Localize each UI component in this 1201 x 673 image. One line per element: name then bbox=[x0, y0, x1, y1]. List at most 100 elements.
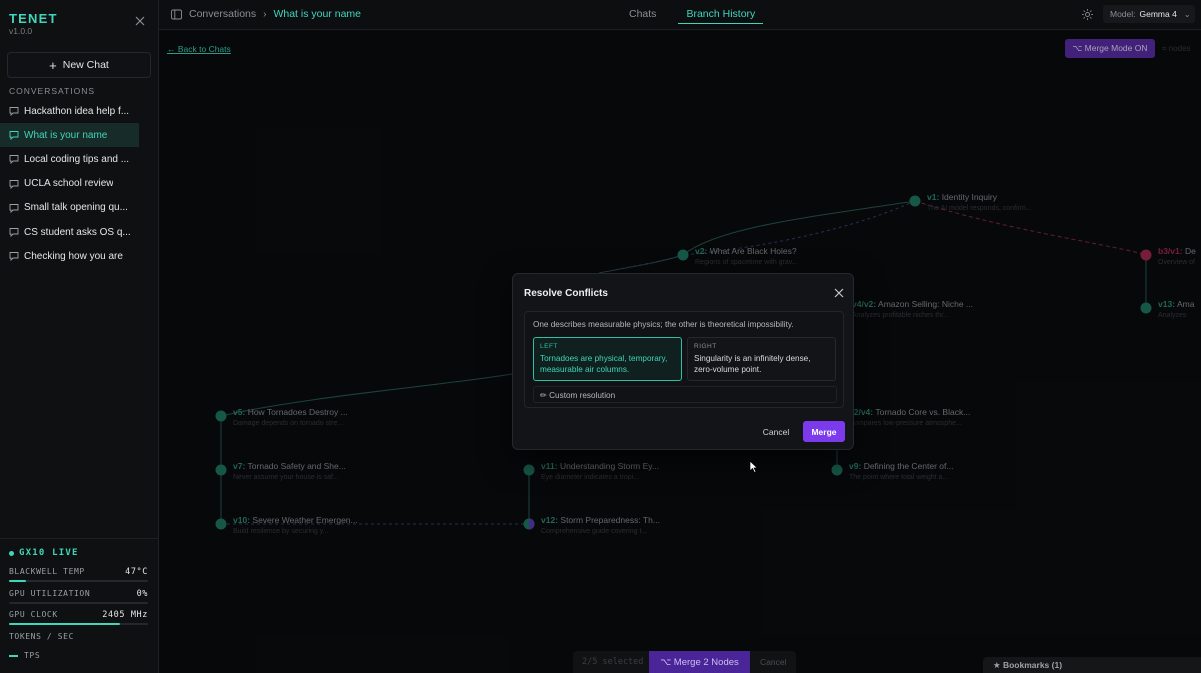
chat-bubble-icon bbox=[9, 228, 19, 238]
conversation-label: CS student asks OS q... bbox=[24, 226, 131, 238]
cancel-button[interactable]: Cancel bbox=[755, 423, 797, 441]
node-v9 bbox=[831, 464, 843, 476]
left-text: Tornadoes are physical, temporary, measu… bbox=[540, 354, 668, 374]
node-title: Tornado Core vs. Black... bbox=[875, 407, 971, 417]
conversation-item[interactable]: Local coding tips and ... bbox=[0, 147, 139, 171]
node-v12-merge-half bbox=[529, 518, 535, 530]
custom-resolution-option[interactable]: ✏ Custom resolution bbox=[533, 386, 837, 403]
gpu-util-value: 0% bbox=[136, 589, 148, 599]
node-subtitle: Eye diameter indicates a tropi... bbox=[541, 474, 640, 481]
gpu-clock-bar bbox=[9, 623, 148, 625]
node-v10 bbox=[215, 518, 227, 530]
node-v7 bbox=[215, 464, 227, 476]
theme-sun-icon[interactable] bbox=[1082, 9, 1093, 20]
node-title: Amazon Selling: Niche ... bbox=[878, 299, 973, 309]
breadcrumb: Conversations › What is your name bbox=[171, 8, 361, 20]
node-label[interactable]: v12: Storm Preparedness: Th... bbox=[541, 515, 660, 525]
temp-label: BLACKWELL TEMP bbox=[9, 567, 85, 576]
conversation-label: Hackathon idea help f... bbox=[24, 105, 130, 117]
conversation-label: What is your name bbox=[24, 129, 108, 141]
temp-bar-fill bbox=[9, 580, 26, 582]
conversation-item-active[interactable]: What is your name bbox=[0, 123, 139, 148]
new-chat-button[interactable]: + New Chat bbox=[7, 52, 151, 78]
conversation-item[interactable]: UCLA school review bbox=[0, 172, 139, 196]
close-sidebar-icon[interactable] bbox=[134, 15, 146, 27]
node-title: De bbox=[1184, 246, 1196, 256]
node-label[interactable]: v7: Tornado Safety and She... bbox=[233, 461, 346, 471]
gpu-clock-bar-fill bbox=[9, 623, 121, 625]
node-id: v4/v2 bbox=[852, 299, 874, 309]
merge-cancel-button[interactable]: Cancel bbox=[750, 657, 786, 667]
right-choice-option[interactable]: RIGHT Singularity is an infinitely dense… bbox=[687, 337, 836, 381]
node-title: Severe Weather Emergen... bbox=[252, 515, 358, 525]
gpu-util-bar bbox=[9, 602, 148, 604]
node-subtitle: Comprehensive guide covering t... bbox=[541, 528, 648, 535]
node-id: v11 bbox=[541, 461, 555, 471]
node-label[interactable]: v9: Defining the Center of... bbox=[849, 461, 953, 471]
node-title: Identity Inquiry bbox=[941, 192, 997, 202]
gpu-util-stat: GPU UTILIZATION 0% bbox=[9, 589, 148, 599]
merge-action-bar: 2/5 selected ⌥ Merge 2 Nodes Cancel bbox=[573, 651, 796, 673]
node-subtitle: Build resilience by securing y... bbox=[233, 528, 329, 535]
node-label[interactable]: v4/v2: Amazon Selling: Niche ... bbox=[852, 299, 973, 309]
node-subtitle: The AI model responds, confirm... bbox=[927, 205, 1032, 212]
node-v5 bbox=[215, 410, 227, 422]
live-dot-icon bbox=[9, 550, 14, 556]
gpu-clock-value: 2405 MHz bbox=[102, 610, 148, 620]
node-label[interactable]: v5: How Tornadoes Destroy ... bbox=[233, 407, 348, 417]
node-label[interactable]: v1: Identity Inquiry bbox=[927, 192, 997, 202]
tps-label: TPS bbox=[24, 651, 41, 660]
node-label[interactable]: v2: What Are Black Holes? bbox=[695, 246, 797, 256]
conversation-item[interactable]: Checking how you are bbox=[0, 244, 139, 268]
node-title: Storm Preparedness: Th... bbox=[560, 515, 660, 525]
tab-branch-history[interactable]: Branch History bbox=[678, 0, 764, 24]
model-select[interactable]: Model: Gemma 4 ⌄ bbox=[1103, 5, 1195, 23]
conflict-description: One describes measurable physics; the ot… bbox=[533, 320, 794, 329]
left-choice-option[interactable]: LEFT Tornadoes are physical, temporary, … bbox=[533, 337, 682, 381]
breadcrumb-current: What is your name bbox=[273, 8, 362, 20]
node-label[interactable]: b3/v1: De bbox=[1158, 246, 1196, 256]
chat-bubble-icon bbox=[9, 252, 19, 262]
node-label[interactable]: v2/v4: Tornado Core vs. Black... bbox=[849, 407, 970, 417]
left-tag: LEFT bbox=[540, 343, 558, 350]
breadcrumb-root[interactable]: Conversations bbox=[189, 8, 256, 20]
model-value: Gemma 4 bbox=[1139, 9, 1177, 19]
merge-button[interactable]: Merge bbox=[803, 421, 845, 442]
conversation-label: Small talk opening qu... bbox=[24, 202, 128, 214]
conversation-label: Local coding tips and ... bbox=[24, 153, 130, 165]
tokens-label: TOKENS / SEC bbox=[9, 632, 74, 641]
tab-chats[interactable]: Chats bbox=[629, 0, 656, 24]
node-id: v13 bbox=[1158, 299, 1173, 309]
node-id: v10 bbox=[233, 515, 248, 525]
node-label[interactable]: v13: Ama bbox=[1158, 299, 1194, 309]
chat-bubble-icon bbox=[9, 107, 19, 117]
chat-bubble-icon bbox=[9, 179, 19, 189]
node-label[interactable]: v10: Severe Weather Emergen... bbox=[233, 515, 358, 525]
node-subtitle: Damage depends on tornado stre... bbox=[233, 420, 344, 427]
node-label[interactable]: v11: Understanding Storm Ey... bbox=[541, 461, 659, 471]
sidebar-toggle-icon[interactable] bbox=[171, 9, 182, 20]
conversation-item[interactable]: Hackathon idea help f... bbox=[0, 99, 139, 123]
right-tag: RIGHT bbox=[694, 343, 717, 350]
node-title: What Are Black Holes? bbox=[709, 246, 797, 256]
merge-nodes-button[interactable]: ⌥ Merge 2 Nodes bbox=[649, 651, 750, 673]
bookmarks-panel-toggle[interactable]: ★ Bookmarks (1) bbox=[983, 657, 1201, 673]
node-subtitle: Never assume your house is saf... bbox=[233, 474, 339, 481]
breadcrumb-chevron-icon: › bbox=[263, 8, 267, 20]
close-icon[interactable] bbox=[834, 288, 844, 298]
node-subtitle: Regions of spacetime with grav... bbox=[695, 259, 798, 266]
chat-bubble-icon bbox=[9, 203, 19, 213]
node-title: Tornado Safety and She... bbox=[247, 461, 346, 471]
tokens-stat: TOKENS / SEC bbox=[9, 632, 148, 641]
model-label: Model: bbox=[1110, 9, 1136, 19]
conversation-item[interactable]: CS student asks OS q... bbox=[0, 220, 139, 244]
brand-title: TENET bbox=[9, 11, 58, 26]
top-bar: Conversations › What is your name Chats … bbox=[159, 0, 1201, 30]
dialog-title: Resolve Conflicts bbox=[524, 288, 608, 299]
resolve-conflicts-dialog: Resolve Conflicts One describes measurab… bbox=[512, 273, 854, 450]
temp-value: 47°C bbox=[125, 567, 148, 577]
view-tabs: Chats Branch History bbox=[629, 0, 764, 30]
live-indicator: GX10 LIVE bbox=[9, 548, 79, 558]
conversation-item[interactable]: Small talk opening qu... bbox=[0, 196, 139, 220]
conflict-card: One describes measurable physics; the ot… bbox=[524, 311, 844, 408]
